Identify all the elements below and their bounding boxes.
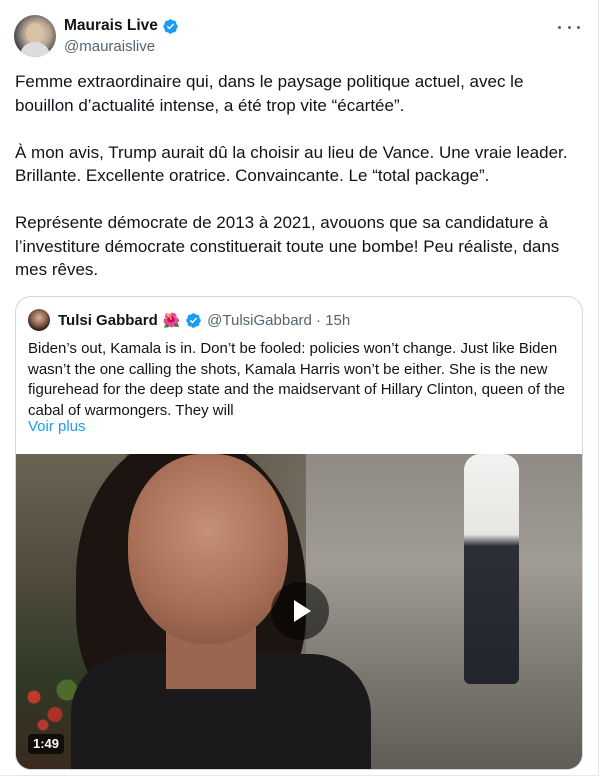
quoted-tweet-header: Tulsi Gabbard 🌺 @TulsiGabbard · 15h — [28, 309, 350, 331]
see-more-link[interactable]: Voir plus — [28, 418, 86, 435]
avatar-body — [20, 42, 50, 57]
tweet-paragraph: À mon avis, Trump aurait dû la choisir a… — [15, 142, 568, 186]
tweet-text: Femme extraordinaire qui, dans le paysag… — [15, 70, 583, 282]
verified-badge-icon — [163, 18, 178, 34]
tweet-paragraph: Femme extraordinaire qui, dans le paysag… — [15, 72, 524, 115]
quoted-author-display-name[interactable]: Tulsi Gabbard — [58, 312, 158, 329]
author-handle[interactable]: @mauraislive — [64, 38, 179, 55]
display-name-row: Maurais Live — [64, 16, 179, 36]
more-dot — [567, 25, 571, 29]
background-person — [464, 454, 519, 684]
quoted-tweet-text: Biden’s out, Kamala is in. Don’t be fool… — [28, 340, 566, 419]
tweet-paragraph: Représente démocrate de 2013 à 2021, avo… — [15, 213, 560, 279]
quoted-tweet[interactable]: Tulsi Gabbard 🌺 @TulsiGabbard · 15h Bide… — [15, 296, 583, 770]
quoted-author-avatar[interactable] — [28, 309, 50, 331]
author-display-name[interactable]: Maurais Live — [64, 17, 158, 35]
author-avatar[interactable] — [14, 15, 56, 57]
avatar-face — [26, 23, 44, 43]
tweet-header: Maurais Live @mauraislive — [14, 14, 582, 58]
quoted-author-handle-time[interactable]: @TulsiGabbard · 15h — [207, 312, 350, 329]
video-thumbnail[interactable]: 1:49 — [16, 454, 582, 769]
more-dot — [558, 25, 561, 29]
author-names: Maurais Live @mauraislive — [64, 16, 179, 55]
play-icon[interactable] — [271, 582, 329, 640]
more-dot — [577, 25, 580, 29]
verified-badge-icon — [186, 312, 201, 328]
video-duration-badge: 1:49 — [28, 734, 65, 754]
more-horizontal-icon[interactable] — [558, 20, 580, 34]
subject-face — [128, 454, 288, 644]
tweet-card: Maurais Live @mauraislive Femme extraord… — [0, 0, 599, 776]
hibiscus-emoji: 🌺 — [162, 312, 181, 328]
